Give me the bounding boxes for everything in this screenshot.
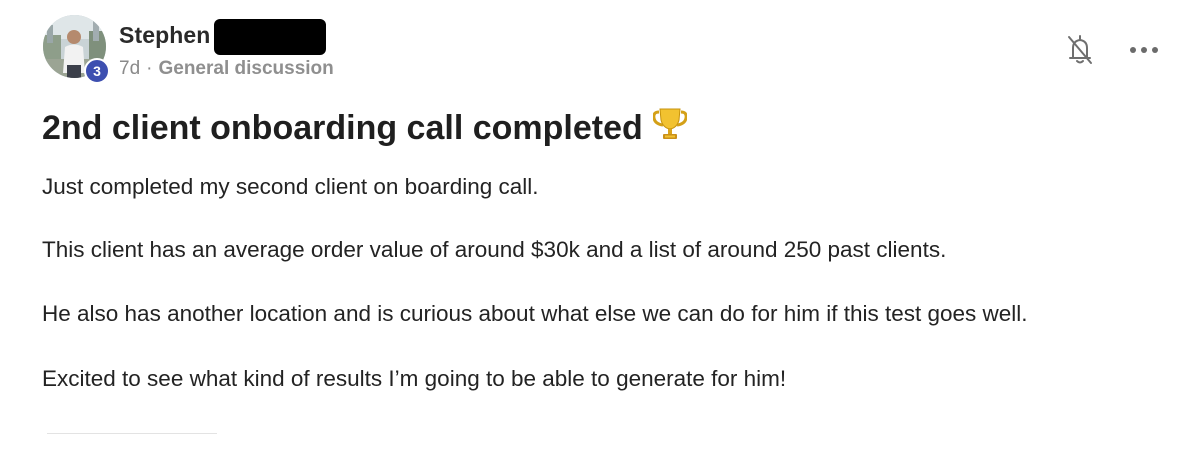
- post-paragraph: He also has another location and is curi…: [42, 301, 1028, 326]
- post-paragraph: Excited to see what kind of results I’m …: [42, 366, 787, 391]
- bell-off-icon[interactable]: [1062, 30, 1098, 70]
- divider: [47, 433, 217, 434]
- post-time: 7d: [119, 58, 141, 79]
- post-card: 3 Stephen 7d · General discussion 2nd cl…: [0, 0, 1200, 453]
- author-name[interactable]: Stephen: [119, 22, 210, 49]
- author-row: Stephen: [119, 19, 327, 55]
- level-badge: 3: [84, 58, 110, 84]
- post-title: 2nd client onboarding call completed: [42, 106, 688, 151]
- post-paragraph: Just completed my second client on board…: [42, 174, 539, 199]
- post-meta: 7d · General discussion: [119, 58, 334, 80]
- redacted-surname: [214, 19, 327, 55]
- post-paragraph: This client has an average order value o…: [42, 237, 947, 262]
- meta-separator: ·: [146, 58, 153, 79]
- more-horizontal-icon[interactable]: [1124, 38, 1164, 62]
- category-link[interactable]: General discussion: [158, 58, 333, 80]
- post-title-text: 2nd client onboarding call completed: [42, 109, 643, 147]
- trophy-icon: [652, 106, 688, 151]
